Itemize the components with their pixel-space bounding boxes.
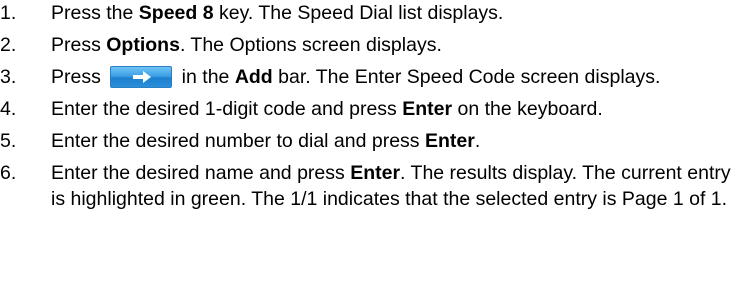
- step-text-part: key. The Speed Dial list displays.: [213, 2, 504, 24]
- list-item-step-5: 5. Enter the desired number to dial and …: [0, 128, 731, 154]
- list-item-step-3: 3. Press in the Add bar. The Enter Speed…: [0, 64, 731, 90]
- key-name-add: Add: [234, 66, 273, 88]
- step-number: 4.: [0, 98, 17, 120]
- step-text-part: bar. The Enter Speed Code screen display…: [272, 66, 661, 88]
- step-number: 6.: [0, 162, 17, 184]
- key-name-enter: Enter: [424, 130, 475, 152]
- step-text: Enter the desired name and press Enter. …: [51, 162, 731, 210]
- key-name-enter: Enter: [350, 162, 401, 184]
- step-text-part: Enter the desired number to dial and pre…: [51, 130, 425, 152]
- step-text-part: .: [474, 130, 481, 152]
- step-number: 5.: [0, 130, 17, 152]
- step-number: 1.: [0, 2, 17, 24]
- instruction-list: 1. Press the Speed 8 key. The Speed Dial…: [0, 0, 731, 212]
- step-text: Press Options. The Options screen displa…: [51, 34, 442, 56]
- list-item-step-1: 1. Press the Speed 8 key. The Speed Dial…: [0, 0, 731, 26]
- step-text-part: Press: [51, 66, 107, 88]
- step-number: 2.: [0, 34, 17, 56]
- key-name-options: Options: [106, 34, 180, 56]
- step-text-part: Press the: [51, 2, 139, 24]
- step-text-part: Press: [51, 34, 107, 56]
- key-name-speed-8: Speed 8: [138, 2, 214, 24]
- step-text-part: in the: [176, 66, 235, 88]
- list-item-step-4: 4. Enter the desired 1-digit code and pr…: [0, 96, 731, 122]
- step-text: Enter the desired 1-digit code and press…: [51, 98, 603, 120]
- list-item-step-6: 6. Enter the desired name and press Ente…: [0, 160, 731, 212]
- step-text: Press in the Add bar. The Enter Speed Co…: [51, 66, 660, 88]
- key-name-enter: Enter: [402, 98, 453, 120]
- step-text-part: Enter the desired 1-digit code and press: [51, 98, 403, 120]
- step-text-part: . The Options screen displays.: [179, 34, 442, 56]
- step-text-part: on the keyboard.: [452, 98, 603, 120]
- step-text: Enter the desired number to dial and pre…: [51, 130, 480, 152]
- list-item-step-2: 2. Press Options. The Options screen dis…: [0, 32, 731, 58]
- step-text-part: Enter the desired name and press: [51, 162, 351, 184]
- step-number: 3.: [0, 66, 17, 88]
- step-text: Press the Speed 8 key. The Speed Dial li…: [51, 2, 503, 24]
- arrow-right-icon: [110, 66, 173, 88]
